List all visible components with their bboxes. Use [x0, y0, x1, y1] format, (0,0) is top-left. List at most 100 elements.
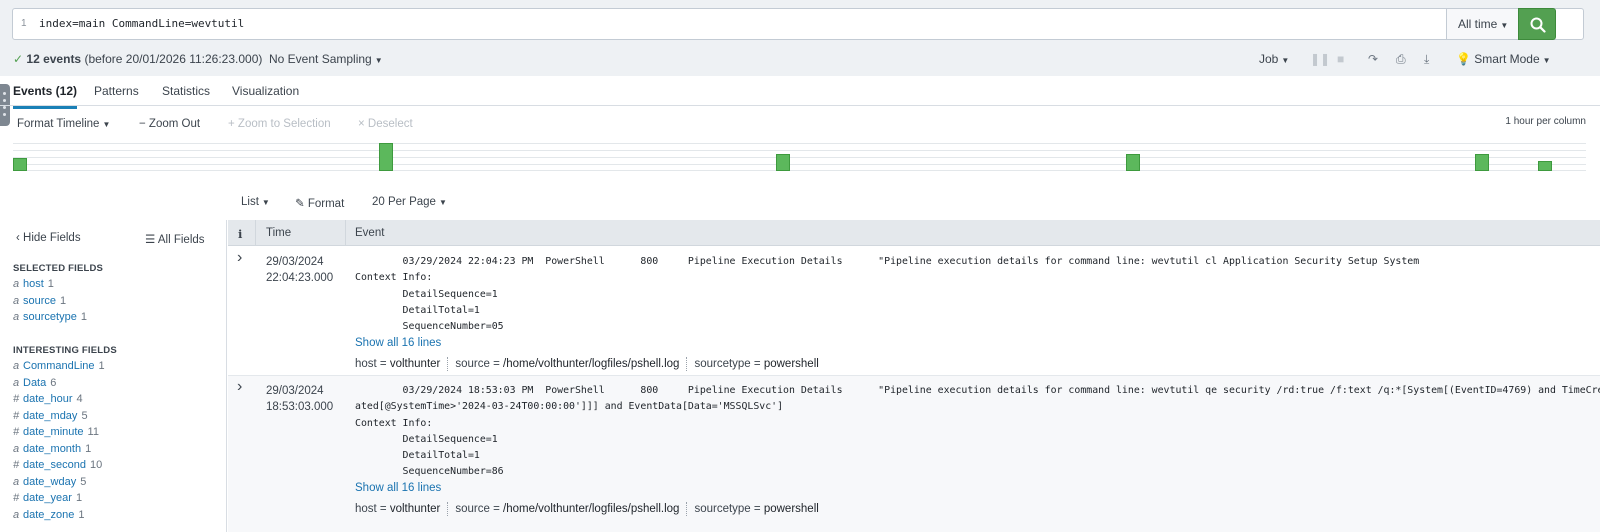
share-icon[interactable]: ↷: [1368, 52, 1378, 66]
selected-fields-heading: SELECTED FIELDS: [13, 263, 104, 274]
field-name[interactable]: date_minute: [23, 426, 84, 438]
host-value[interactable]: volthunter: [390, 503, 441, 515]
field-pair-host[interactable]: host = volthunter: [355, 358, 440, 370]
event-date: 29/03/2024: [266, 385, 324, 397]
field-pair-sourcetype[interactable]: sourcetype = powershell: [694, 503, 818, 515]
pause-icon[interactable]: ❚❚: [1310, 52, 1330, 66]
event-row: › 29/03/2024 18:53:03.000 03/29/2024 18:53…: [228, 376, 1600, 532]
search-button[interactable]: [1518, 8, 1556, 40]
search-input[interactable]: index=main CommandLine=wevtutil: [39, 17, 244, 30]
field-item[interactable]: a date_month 1: [13, 443, 223, 460]
search-mode-dropdown[interactable]: 💡 Smart Mode ▼: [1456, 52, 1551, 66]
event-sampling-dropdown[interactable]: No Event Sampling ▼: [269, 52, 383, 66]
sourcetype-label: sourcetype =: [694, 502, 761, 515]
events-table: i Time Event › 29/03/2024 22:04:23.000 03/…: [228, 220, 1600, 532]
field-name[interactable]: date_zone: [23, 509, 74, 521]
field-pair-sourcetype[interactable]: sourcetype = powershell: [694, 358, 818, 370]
stop-icon[interactable]: ■: [1337, 52, 1344, 66]
deselect-button[interactable]: × Deselect: [358, 118, 413, 130]
list-view-dropdown[interactable]: List ▼: [241, 196, 270, 208]
tab-events[interactable]: Events (12): [13, 84, 78, 109]
sourcetype-value[interactable]: powershell: [764, 503, 819, 515]
source-value[interactable]: /home/volthunter/logfiles/pshell.log: [503, 503, 679, 515]
time-range-picker[interactable]: All time ▼: [1446, 9, 1518, 39]
field-item[interactable]: a sourcetype 1: [13, 311, 223, 328]
show-all-lines-link[interactable]: Show all 16 lines: [355, 337, 441, 349]
field-count: 5: [80, 475, 87, 488]
field-name[interactable]: host: [23, 278, 44, 290]
field-name[interactable]: sourcetype: [23, 311, 77, 323]
host-label: host =: [355, 357, 387, 370]
format-timeline-button[interactable]: Format Timeline ▼: [17, 118, 110, 130]
export-icon[interactable]: ⤓: [1424, 52, 1429, 67]
event-raw-text: 03/29/2024 18:53:03 PM PowerShell 800 Pi…: [355, 385, 1600, 478]
timeline-scale-label: 1 hour per column: [1505, 116, 1586, 127]
tab-patterns[interactable]: Patterns: [94, 84, 139, 98]
print-icon[interactable]: ⎙: [1396, 52, 1406, 67]
field-type-icon: #: [13, 393, 20, 405]
tab-visualization[interactable]: Visualization: [232, 84, 299, 98]
field-count: 1: [78, 508, 85, 521]
field-item[interactable]: # date_mday 5: [13, 410, 223, 427]
search-bar[interactable]: 1 index=main CommandLine=wevtutil All ti…: [12, 8, 1584, 40]
field-item[interactable]: a date_wday 5: [13, 476, 223, 493]
timeline-chart[interactable]: [13, 143, 1586, 171]
zoom-to-selection-button[interactable]: + Zoom to Selection: [228, 118, 331, 130]
field-item[interactable]: # date_second 10: [13, 459, 223, 476]
source-value[interactable]: /home/volthunter/logfiles/pshell.log: [503, 358, 679, 370]
interesting-fields-list: a CommandLine 1 a Data 6 # date_hour 4 # date_mday…: [13, 360, 223, 525]
field-name[interactable]: date_wday: [23, 476, 76, 488]
field-type-icon: #: [13, 492, 20, 504]
host-value[interactable]: volthunter: [390, 358, 441, 370]
field-item[interactable]: a host 1: [13, 278, 223, 295]
field-item[interactable]: a date_zone 1: [13, 509, 223, 526]
field-item[interactable]: a source 1: [13, 295, 223, 312]
job-menu[interactable]: Job ▼: [1259, 52, 1289, 66]
timeline-bar[interactable]: [1538, 161, 1552, 171]
field-name[interactable]: source: [23, 295, 56, 307]
field-pair-source[interactable]: source = /home/volthunter/logfiles/pshel…: [455, 503, 679, 515]
field-name[interactable]: Data: [23, 377, 46, 389]
per-page-dropdown[interactable]: 20 Per Page ▼: [372, 196, 447, 208]
timeline-bar[interactable]: [1126, 154, 1140, 171]
sourcetype-value[interactable]: powershell: [764, 358, 819, 370]
field-type-icon: a: [13, 294, 20, 307]
hide-fields-button[interactable]: ‹ Hide Fields: [16, 232, 81, 244]
search-icon: [1530, 17, 1546, 33]
field-item[interactable]: # date_hour 4: [13, 393, 223, 410]
zoom-out-button[interactable]: − Zoom Out: [139, 118, 200, 130]
field-count: 10: [90, 459, 103, 471]
caret-down-icon: ▼: [261, 198, 270, 207]
event-field-summary: host = volthunter source = /home/volthunt…: [355, 501, 819, 516]
all-fields-button[interactable]: ☰ All Fields: [145, 232, 205, 246]
timeline-bar[interactable]: [1475, 154, 1489, 171]
field-count: 1: [75, 492, 83, 504]
timeline-bar[interactable]: [776, 154, 790, 171]
expand-row-icon[interactable]: ›: [237, 378, 242, 396]
selected-fields-list: a host 1 a source 1 a sourcetype 1: [13, 278, 223, 328]
field-name[interactable]: date_month: [23, 443, 81, 455]
format-button[interactable]: ✎ Format: [295, 196, 344, 210]
bulb-icon: 💡: [1456, 52, 1471, 66]
field-item[interactable]: # date_minute 11: [13, 426, 223, 443]
tab-statistics[interactable]: Statistics: [162, 84, 210, 98]
field-name[interactable]: date_year: [23, 492, 72, 504]
field-name[interactable]: date_mday: [23, 410, 77, 422]
field-item[interactable]: # date_year 1: [13, 492, 223, 509]
timeline-bar[interactable]: [13, 158, 27, 171]
field-item[interactable]: a Data 6: [13, 377, 223, 394]
event-time: 29/03/2024 18:53:03.000: [266, 383, 333, 415]
field-name[interactable]: CommandLine: [23, 360, 95, 372]
field-item[interactable]: a CommandLine 1: [13, 360, 223, 377]
fields-sidebar: ‹ Hide Fields ☰ All Fields SELECTED FIEL…: [0, 220, 227, 532]
expand-row-icon[interactable]: ›: [237, 249, 242, 267]
field-name[interactable]: date_second: [23, 459, 86, 471]
show-all-lines-link[interactable]: Show all 16 lines: [355, 482, 441, 494]
field-pair-host[interactable]: host = volthunter: [355, 503, 440, 515]
time-range-label: All time: [1458, 17, 1498, 31]
field-name[interactable]: date_hour: [23, 393, 73, 405]
time-column-header[interactable]: Time: [266, 227, 291, 239]
timeline-bar[interactable]: [379, 143, 393, 171]
field-pair-source[interactable]: source = /home/volthunter/logfiles/pshel…: [455, 358, 679, 370]
field-type-icon: #: [13, 426, 20, 438]
